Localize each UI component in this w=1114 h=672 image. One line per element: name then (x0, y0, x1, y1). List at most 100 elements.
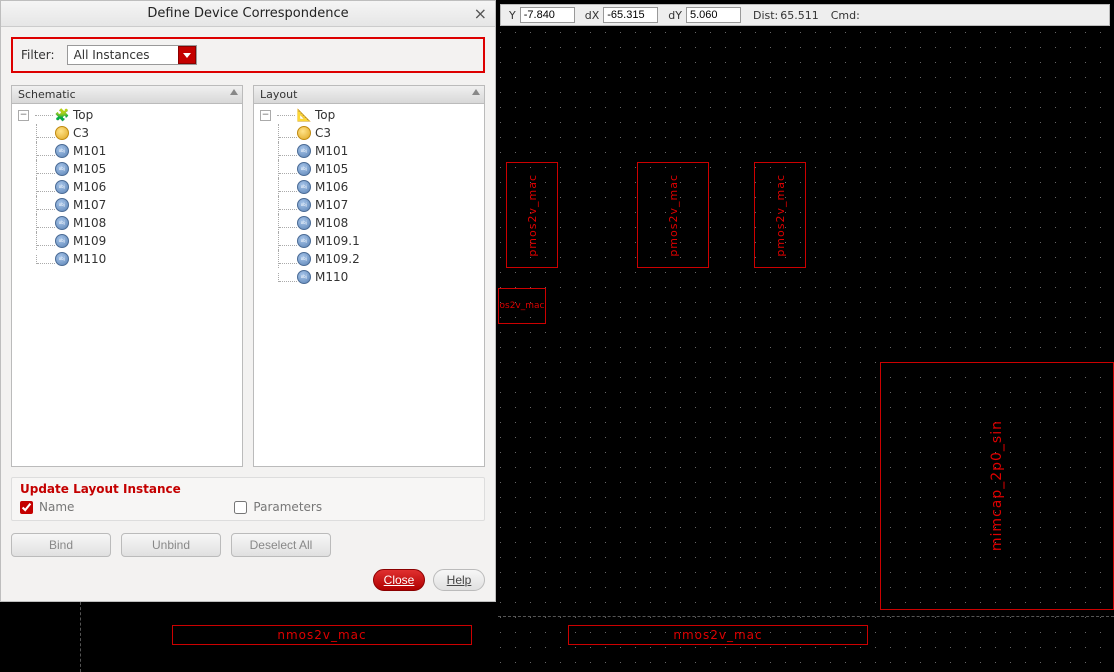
parameters-checkbox[interactable] (234, 501, 247, 514)
device-nmos-b[interactable]: nmos2v_mac (568, 625, 868, 645)
name-checkbox[interactable] (20, 501, 33, 514)
tree-item[interactable]: C3 (12, 124, 242, 142)
tree-item-label: M110 (315, 270, 348, 284)
tree-item-label: M106 (73, 180, 106, 194)
instance-icon (297, 234, 311, 248)
tree-item-label: M107 (73, 198, 106, 212)
action-buttons: Bind Unbind Deselect All (1, 527, 495, 561)
layout-tree-panel: Layout −📐Top C3 M101 M105 M106 M107 M108 M109.1… (253, 85, 485, 467)
instance-icon (297, 180, 311, 194)
define-device-correspondence-dialog: Define Device Correspondence × Filter: A… (0, 0, 496, 602)
tree-item[interactable]: M106 (254, 178, 484, 196)
tree-item[interactable]: M105 (254, 160, 484, 178)
tree-item-label: M106 (315, 180, 348, 194)
instance-icon (297, 162, 311, 176)
tree-item[interactable]: M101 (12, 142, 242, 160)
tree-item[interactable]: M110 (254, 268, 484, 286)
y-field[interactable] (520, 7, 575, 23)
parameters-checkbox-text: Parameters (253, 500, 322, 514)
instance-icon (297, 252, 311, 266)
name-checkbox-text: Name (39, 500, 74, 514)
layout-header[interactable]: Layout (254, 86, 484, 104)
schematic-tree-panel: Schematic −🧩TopC3M101M105M106M107M108M10… (11, 85, 243, 467)
collapse-icon[interactable]: − (260, 110, 271, 121)
y-label: Y (509, 9, 516, 22)
device-label: pmos2v_mac (774, 174, 787, 257)
device-small[interactable]: os2v_mac (498, 288, 546, 324)
tree-item[interactable]: M107 (254, 196, 484, 214)
tree-item[interactable]: M107 (12, 196, 242, 214)
tree-item[interactable]: M106 (12, 178, 242, 196)
dx-field[interactable] (603, 7, 658, 23)
capacitor-icon (297, 126, 311, 140)
schematic-header-label: Schematic (18, 88, 76, 101)
close-button[interactable]: Close (373, 569, 425, 591)
unbind-button[interactable]: Unbind (121, 533, 221, 557)
device-pmos3[interactable]: pmos2v_mac (754, 162, 806, 268)
parameters-checkbox-label[interactable]: Parameters (234, 500, 322, 514)
device-label: os2v_mac (500, 301, 545, 311)
instance-icon (297, 144, 311, 158)
instance-icon (55, 144, 69, 158)
device-mimcap[interactable]: mimcap_2p0_sin (880, 362, 1114, 610)
device-pmos2[interactable]: pmos2v_mac (637, 162, 709, 268)
instance-icon (55, 252, 69, 266)
tree-item-label: M110 (73, 252, 106, 266)
layout-tree[interactable]: −📐Top C3 M101 M105 M106 M107 M108 M109.1 M109.2 M… (254, 104, 484, 466)
update-title: Update Layout Instance (20, 482, 476, 496)
device-pmos1[interactable]: pmos2v_mac (506, 162, 558, 268)
bind-button[interactable]: Bind (11, 533, 111, 557)
device-label: mimcap_2p0_sin (989, 420, 1005, 551)
tree-item-label: M101 (315, 144, 348, 158)
tree-item[interactable]: M109.1 (254, 232, 484, 250)
tree-item-label: M108 (315, 216, 348, 230)
tree-root[interactable]: −📐Top (254, 106, 484, 124)
tree-item-label: M107 (315, 198, 348, 212)
tree-item-label: M101 (73, 144, 106, 158)
dy-field[interactable] (686, 7, 741, 23)
help-button[interactable]: Help (433, 569, 485, 591)
tree-item[interactable]: M109.2 (254, 250, 484, 268)
tree-item[interactable]: M105 (12, 160, 242, 178)
tree-item[interactable]: M101 (254, 142, 484, 160)
tree-item[interactable]: M108 (12, 214, 242, 232)
tree-root[interactable]: −🧩Top (12, 106, 242, 124)
capacitor-icon (55, 126, 69, 140)
dialog-bottom-buttons: Close Help (1, 561, 495, 601)
tree-item-label: C3 (315, 126, 331, 140)
root-icon: 🧩 (55, 108, 69, 122)
dx-label: dX (585, 9, 600, 22)
close-icon[interactable]: × (474, 4, 487, 23)
tree-item[interactable]: C3 (254, 124, 484, 142)
tree-item-label: M109.1 (315, 234, 360, 248)
layout-header-label: Layout (260, 88, 297, 101)
instance-icon (297, 270, 311, 284)
sort-icon[interactable] (230, 89, 238, 95)
name-checkbox-label[interactable]: Name (20, 500, 74, 514)
tree-root-label: Top (315, 108, 335, 122)
sort-icon[interactable] (472, 89, 480, 95)
titlebar[interactable]: Define Device Correspondence × (1, 1, 495, 27)
cmd-label: Cmd: (831, 9, 1105, 22)
tree-item[interactable]: M110 (12, 250, 242, 268)
filter-value: All Instances (68, 48, 178, 62)
tree-item-label: C3 (73, 126, 89, 140)
filter-label: Filter: (21, 48, 55, 62)
schematic-header[interactable]: Schematic (12, 86, 242, 104)
deselect-all-button[interactable]: Deselect All (231, 533, 331, 557)
instance-icon (297, 198, 311, 212)
tree-item[interactable]: M109 (12, 232, 242, 250)
tree-item-label: M108 (73, 216, 106, 230)
collapse-icon[interactable]: − (18, 110, 29, 121)
filter-dropdown[interactable]: All Instances (67, 45, 197, 65)
schematic-tree[interactable]: −🧩TopC3M101M105M106M107M108M109M110 (12, 104, 242, 466)
tree-item[interactable]: M108 (254, 214, 484, 232)
grid-line (80, 602, 81, 672)
device-label: nmos2v_mac (277, 628, 366, 642)
tree-item-label: M109.2 (315, 252, 360, 266)
tree-item-label: M109 (73, 234, 106, 248)
device-label: pmos2v_mac (526, 174, 539, 257)
chevron-down-icon[interactable] (178, 46, 196, 64)
dialog-title: Define Device Correspondence (1, 6, 495, 21)
device-nmos-a[interactable]: nmos2v_mac (172, 625, 472, 645)
